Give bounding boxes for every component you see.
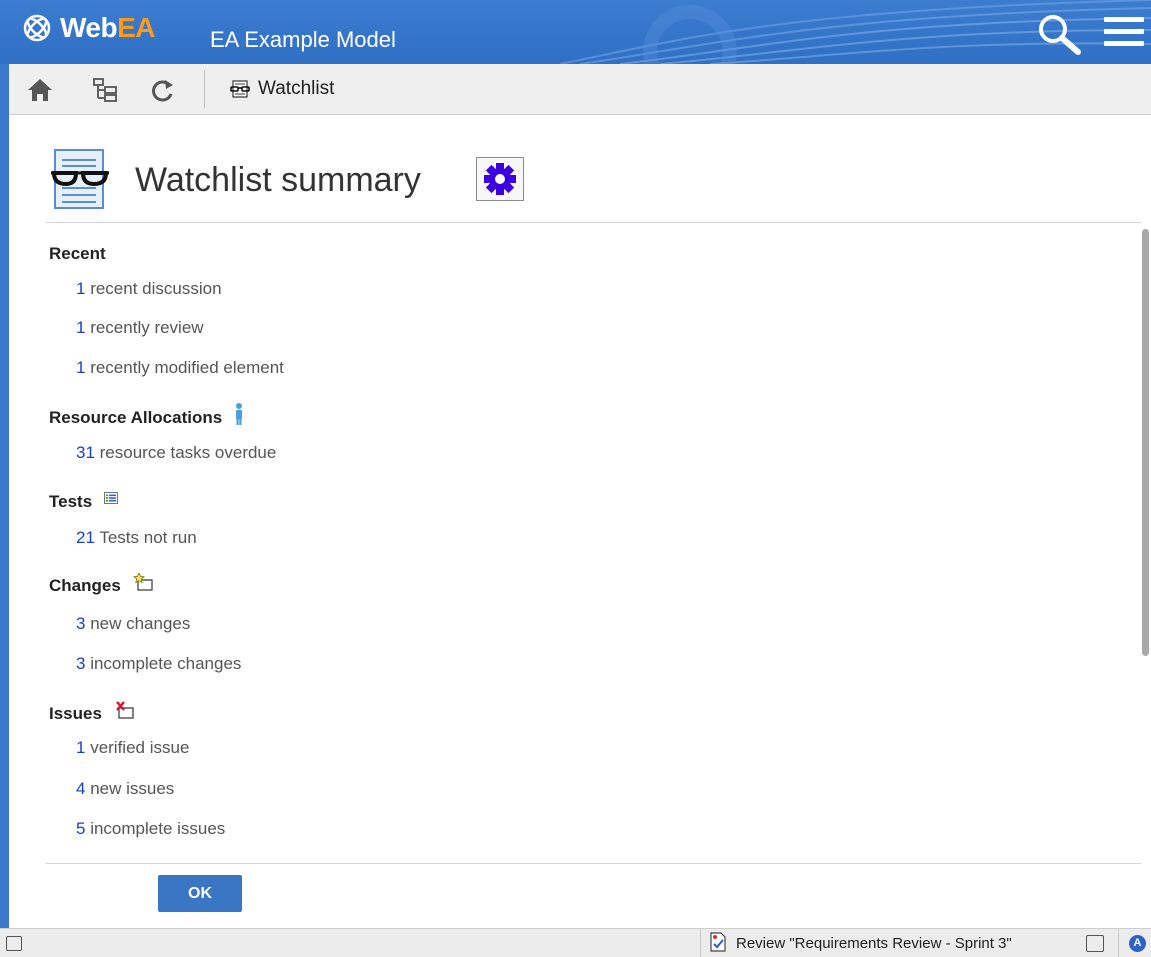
- refresh-icon[interactable]: [149, 76, 177, 104]
- new-issues-link[interactable]: 4 new issues: [76, 779, 174, 799]
- recent-modified-link[interactable]: 1 recently modified element: [76, 358, 284, 378]
- verified-issue-link[interactable]: 1 verified issue: [76, 738, 189, 758]
- title-divider: [45, 222, 1141, 223]
- logo-text: WebEA: [60, 12, 156, 43]
- toolbar: Watchlist: [9, 64, 1151, 115]
- scrollbar-thumb[interactable]: [1142, 229, 1149, 656]
- search-icon[interactable]: [1036, 12, 1082, 56]
- issue-icon: [116, 701, 134, 719]
- left-edge-bar: [0, 64, 9, 928]
- watchlist-icon: [230, 80, 250, 98]
- incomplete-changes-link[interactable]: 3 incomplete changes: [76, 654, 241, 674]
- webea-logo[interactable]: WebEA: [22, 12, 156, 44]
- tests-not-run-link[interactable]: 21 Tests not run: [76, 528, 197, 548]
- incomplete-issues-link[interactable]: 5 incomplete issues: [76, 819, 225, 839]
- section-heading-changes: Changes: [49, 573, 153, 596]
- page-title: Watchlist summary: [135, 161, 421, 199]
- new-changes-link[interactable]: 3 new changes: [76, 614, 190, 634]
- tree-browser-icon[interactable]: [91, 76, 119, 104]
- section-heading-issues: Issues: [49, 701, 134, 724]
- current-page-indicator: Watchlist: [230, 78, 334, 100]
- webea-logo-icon: [23, 14, 51, 42]
- section-heading-tests: Tests: [49, 492, 119, 512]
- watchlist-summary-icon: [51, 149, 109, 209]
- footer-divider: [45, 863, 1141, 864]
- app-header: WebEA EA Example Model: [0, 0, 1151, 64]
- watchlist-content: Recent 1 recent discussion 1 recently re…: [45, 224, 1141, 862]
- recent-discussion-link[interactable]: 1 recent discussion: [76, 279, 222, 299]
- status-separator: [700, 929, 701, 957]
- resource-tasks-overdue-link[interactable]: 31 resource tasks overdue: [76, 443, 276, 463]
- model-title: EA Example Model: [210, 27, 396, 52]
- person-icon: [236, 403, 243, 425]
- toolbar-separator: [204, 70, 205, 108]
- active-review-label[interactable]: Review "Requirements Review - Sprint 3": [736, 935, 1012, 952]
- review-icon: [710, 932, 726, 952]
- settings-button[interactable]: [476, 157, 524, 201]
- change-icon: [132, 573, 153, 591]
- ok-button[interactable]: OK: [158, 875, 242, 912]
- status-bar: Review "Requirements Review - Sprint 3" …: [0, 928, 1151, 957]
- section-heading-recent: Recent: [49, 244, 106, 263]
- user-badge-icon[interactable]: A: [1129, 935, 1146, 952]
- test-list-icon: [104, 492, 119, 504]
- gear-icon: [484, 163, 516, 195]
- section-heading-resources: Resource Allocations: [49, 403, 244, 428]
- status-separator: [1118, 929, 1119, 957]
- home-icon[interactable]: [26, 76, 54, 104]
- page-label: Watchlist: [258, 78, 335, 99]
- toggle-left-panel-icon[interactable]: [6, 936, 22, 951]
- recent-review-link[interactable]: 1 recently review: [76, 318, 204, 338]
- hamburger-menu-icon[interactable]: [1104, 17, 1144, 51]
- toggle-right-panel-icon[interactable]: [1086, 935, 1104, 952]
